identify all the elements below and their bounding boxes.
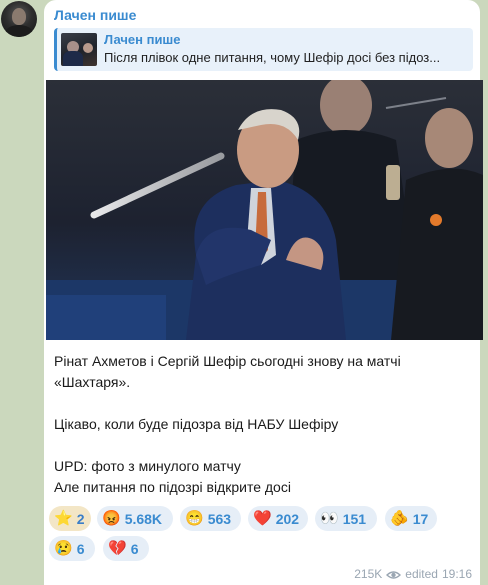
reaction-count: 151 (342, 510, 367, 527)
sender-name[interactable]: Лачен пише (54, 7, 136, 23)
reaction-angry[interactable]: 😡 5.68K (97, 506, 173, 531)
broken-heart-icon: 💔 (108, 540, 127, 557)
reaction-count: 563 (207, 510, 232, 527)
post-line: Цікаво, коли буде підозра від НАБУ Шефір… (54, 416, 339, 432)
post-line: Але питання по підозрі відкрите досі (54, 479, 291, 495)
heart-icon: ❤️ (253, 510, 272, 527)
post-line: Рінат Ахметов і Сергій Шефір сьогодні зн… (54, 353, 401, 369)
reaction-count: 202 (275, 510, 300, 527)
reply-preview[interactable]: Лачен пише Після плівок одне питання, чо… (54, 28, 473, 71)
reply-thumbnail (61, 33, 97, 66)
message-meta: 215K edited 19:16 (354, 567, 472, 581)
post-text: Рінат Ахметов і Сергій Шефір сьогодні зн… (54, 351, 474, 498)
reaction-grimace[interactable]: 😁 563 (180, 506, 241, 531)
reaction-broken-heart[interactable]: 💔 6 (103, 536, 149, 561)
star-icon: ⭐ (54, 510, 73, 527)
message-bubble: Лачен пише Лачен пише Після плівок одне … (44, 0, 483, 585)
post-photo[interactable] (46, 80, 483, 340)
reply-title: Лачен пише (104, 32, 181, 47)
reaction-count: 2 (76, 510, 85, 527)
post-line: UPD: фото з минулого матчу (54, 458, 241, 474)
post-line: «Шахтаря». (54, 374, 131, 390)
avatar-shoulders (5, 25, 33, 37)
reaction-count: 17 (412, 510, 429, 527)
reply-text: Після плівок одне питання, чому Шефір до… (104, 50, 441, 65)
eye-icon (386, 569, 402, 579)
edited-label: edited (405, 567, 438, 581)
eyes-icon: 👀 (320, 510, 339, 527)
pointing-hand-icon: 🫵 (390, 510, 409, 527)
reaction-count: 6 (76, 540, 85, 557)
photo-illustration (46, 80, 483, 340)
grimace-face-icon: 😁 (185, 510, 204, 527)
view-count: 215K (354, 567, 383, 581)
reaction-pointing[interactable]: 🫵 17 (385, 506, 437, 531)
avatar-face (12, 8, 26, 25)
reaction-heart[interactable]: ❤️ 202 (248, 506, 308, 531)
reaction-count: 6 (130, 540, 139, 557)
crying-face-icon: 😢 (54, 540, 73, 557)
reaction-eyes[interactable]: 👀 151 (315, 506, 377, 531)
message-time: 19:16 (441, 567, 472, 581)
reaction-star[interactable]: ⭐ 2 (49, 506, 91, 531)
reaction-count: 5.68K (124, 510, 163, 527)
angry-face-icon: 😡 (102, 510, 121, 527)
reaction-crying[interactable]: 😢 6 (49, 536, 95, 561)
channel-avatar[interactable] (1, 1, 37, 37)
